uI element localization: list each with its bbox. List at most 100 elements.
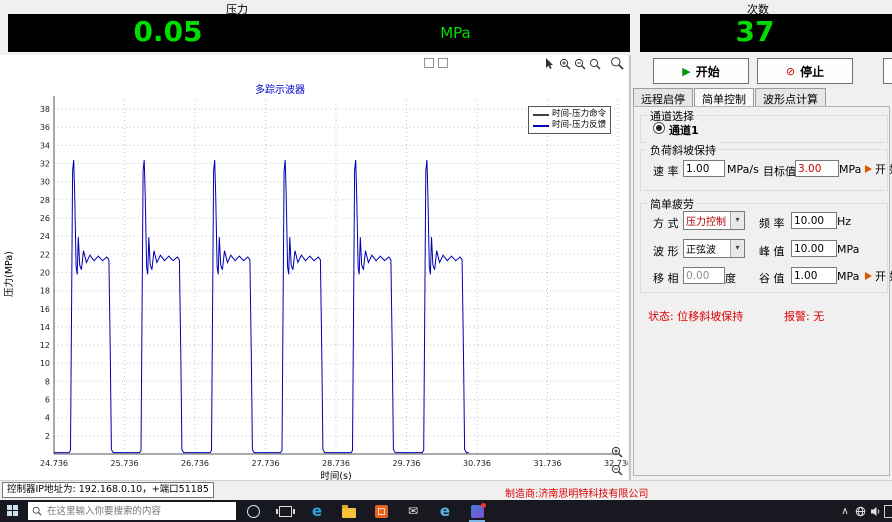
controller-ip-label: 控制器IP地址为: 192.168.0.10，+端口51185 <box>2 482 214 498</box>
phase-input[interactable] <box>683 267 725 284</box>
magnifier-icon[interactable] <box>588 57 602 71</box>
windows-logo-icon <box>7 505 18 516</box>
ie-browser-button[interactable]: e <box>432 500 458 522</box>
target-input[interactable] <box>795 160 839 177</box>
svg-text:4: 4 <box>45 414 50 423</box>
svg-text:14: 14 <box>40 323 50 332</box>
svg-text:31.736: 31.736 <box>534 459 562 468</box>
rate-input[interactable] <box>683 160 725 177</box>
folder-icon <box>342 508 356 518</box>
valley-label: 谷 值 <box>759 270 785 286</box>
chart-legend: 时间-压力命令 时间-压力反馈 <box>528 106 611 134</box>
mode-label: 方 式 <box>653 215 679 231</box>
pressure-unit: MPa <box>408 24 503 42</box>
mode-value: 压力控制 <box>684 213 730 228</box>
orange-app-icon <box>375 505 388 518</box>
ramp-start-link[interactable]: 开 始 <box>865 161 892 177</box>
phase-unit: 度 <box>725 270 736 286</box>
channel-select-group: 通道选择 通道1 <box>640 115 888 143</box>
svg-text:6: 6 <box>45 396 50 405</box>
mode-dropdown[interactable]: 压力控制 ▾ <box>683 211 745 230</box>
search-icon <box>32 506 42 516</box>
cortana-button[interactable] <box>240 500 266 522</box>
valley-input[interactable] <box>791 267 837 284</box>
target-label: 目标值 <box>763 163 796 179</box>
peak-label: 峰 值 <box>759 243 785 259</box>
channel1-radio-label[interactable]: 通道1 <box>669 122 699 138</box>
svg-text:26: 26 <box>40 214 50 223</box>
fatigue-start-label: 开 始 <box>875 268 892 284</box>
tab-content: 通道选择 通道1 负荷斜坡保持 速 率 MPa/s 目标值 MPa 开 始 简单… <box>633 106 890 476</box>
chevron-down-icon: ▾ <box>730 240 744 257</box>
status-alarm: 报警: 无 <box>784 308 824 324</box>
zoom-out-icon[interactable] <box>610 463 624 477</box>
start-button[interactable]: ▶ 开始 <box>653 58 749 84</box>
network-globe-icon <box>855 506 866 517</box>
legend-item: 时间-压力命令 <box>533 109 606 120</box>
file-explorer-button[interactable] <box>336 500 362 522</box>
window-square-icon[interactable] <box>424 58 434 68</box>
tray-volume-button[interactable] <box>868 500 882 522</box>
app-statusbar: 控制器IP地址为: 192.168.0.10，+端口51185 制造商:济南思明… <box>0 480 892 500</box>
legend-swatch-command <box>533 114 549 116</box>
svg-text:36: 36 <box>40 123 50 132</box>
svg-text:28: 28 <box>40 196 50 205</box>
chart-area: 多踪示波器 24.73625.73626.73627.73628.73629.7… <box>0 55 628 480</box>
peak-input[interactable] <box>791 240 837 257</box>
stop-button-label: 停止 <box>800 63 824 80</box>
freq-input[interactable] <box>791 212 837 229</box>
zoom-in-icon[interactable] <box>610 445 624 459</box>
legend-swatch-feedback <box>533 125 549 127</box>
windows-start-button[interactable] <box>0 500 26 522</box>
ime-icon <box>884 505 892 518</box>
zoom-in-icon[interactable] <box>558 57 572 71</box>
play-icon: ▶ <box>682 65 690 78</box>
partial-button[interactable] <box>883 58 892 84</box>
envelope-icon: ✉ <box>408 505 418 517</box>
tray-chevron-button[interactable]: ∧ <box>838 500 852 522</box>
rate-unit: MPa/s <box>727 163 759 176</box>
count-value: 37 <box>640 15 870 48</box>
task-view-icon <box>279 506 292 517</box>
orange-app-button[interactable] <box>368 500 394 522</box>
target-unit: MPa <box>839 163 861 176</box>
pointer-icon <box>865 165 872 173</box>
ramp-start-label: 开 始 <box>875 161 892 177</box>
legend-item: 时间-压力反馈 <box>533 120 606 131</box>
taskbar-search[interactable] <box>28 502 236 520</box>
svg-text:38: 38 <box>40 105 50 114</box>
start-button-label: 开始 <box>696 63 720 80</box>
wave-dropdown[interactable]: 正弦波 ▾ <box>683 239 745 258</box>
edge-browser-button[interactable]: e <box>304 500 330 522</box>
svg-text:28.736: 28.736 <box>322 459 350 468</box>
active-app-button[interactable] <box>464 500 490 522</box>
svg-text:25.736: 25.736 <box>111 459 139 468</box>
task-view-button[interactable] <box>272 500 298 522</box>
svg-text:30: 30 <box>40 178 50 187</box>
cortana-icon <box>247 505 260 518</box>
search-input[interactable] <box>45 505 232 518</box>
peak-unit: MPa <box>837 243 859 256</box>
notification-badge <box>481 503 486 508</box>
ramp-group-title: 负荷斜坡保持 <box>647 142 719 158</box>
control-panel: ▶ 开始 ⊘ 停止 远程启停 简单控制 波形点计算 通道选择 通道1 负荷斜坡保… <box>631 55 892 480</box>
window-square-icon[interactable] <box>438 58 448 68</box>
valley-unit: MPa <box>837 270 859 283</box>
stop-button[interactable]: ⊘ 停止 <box>757 58 853 84</box>
freq-label: 频 率 <box>759 215 785 231</box>
pressure-display: 0.05 MPa <box>8 14 630 52</box>
header: 压力 次数 0.05 MPa 37 <box>0 0 892 55</box>
svg-text:30.736: 30.736 <box>463 459 491 468</box>
magnifier-large-icon[interactable] <box>610 56 624 70</box>
tray-network-button[interactable] <box>853 500 867 522</box>
cursor-tool-icon[interactable] <box>543 57 557 71</box>
mail-button[interactable]: ✉ <box>400 500 426 522</box>
channel1-radio[interactable] <box>653 122 665 134</box>
freq-unit: Hz <box>837 215 851 228</box>
zoom-out-icon[interactable] <box>573 57 587 71</box>
fatigue-start-link[interactable]: 开 始 <box>865 268 892 284</box>
svg-text:27.736: 27.736 <box>252 459 280 468</box>
tray-ime-button[interactable] <box>883 500 892 522</box>
pressure-value: 0.05 <box>68 15 268 48</box>
active-app-icon <box>471 505 484 518</box>
